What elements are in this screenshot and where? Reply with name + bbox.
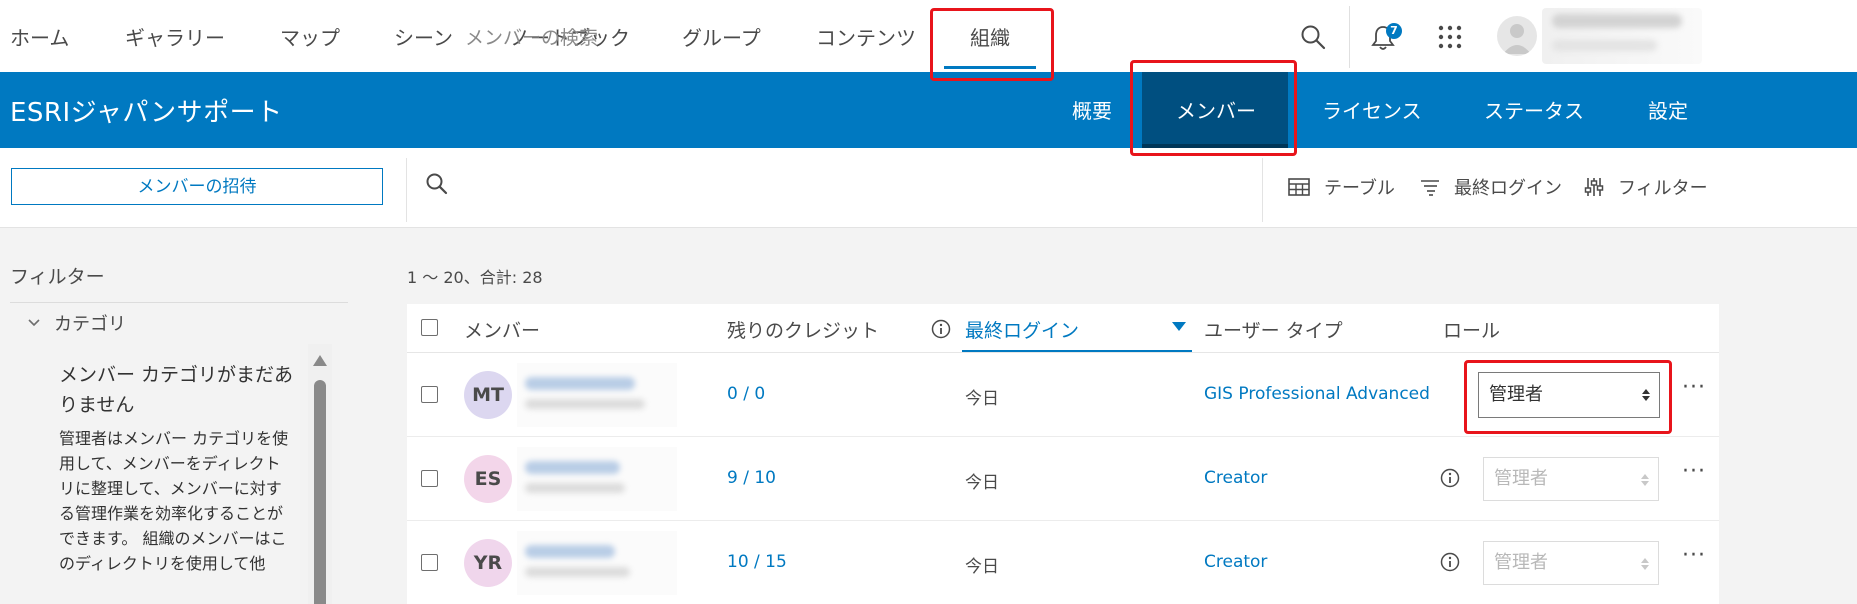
members-toolbar: メンバーの招待 テーブル 最終ログイン フィルター (0, 148, 1857, 228)
category-empty-description: 管理者はメンバー カテゴリを使用して、メンバーをディレクトリに整理して、メンバー… (59, 429, 289, 573)
scroll-up-arrow[interactable] (313, 355, 327, 366)
tab-licenses[interactable]: ライセンス (1322, 95, 1422, 124)
last-login-value: 今日 (965, 473, 999, 493)
role-select: 管理者 (1483, 541, 1659, 585)
filter-label: フィルター (1618, 178, 1708, 199)
blurred-username-line (525, 483, 625, 493)
filter-divider (10, 302, 348, 303)
organization-header: ESRIジャパンサポート 概要 メンバー ライセンス ステータス 設定 (0, 72, 1857, 148)
row-checkbox[interactable] (421, 554, 438, 571)
category-toggle[interactable]: カテゴリ (28, 310, 126, 336)
members-table: メンバー 残りのクレジット 最終ログイン ユーザー タイプ ロール MT 0 /… (407, 304, 1719, 604)
credits-value[interactable]: 0 / 0 (727, 384, 765, 404)
tab-settings[interactable]: 設定 (1648, 95, 1688, 124)
select-all-checkbox[interactable] (421, 319, 438, 336)
user-type-value[interactable]: GIS Professional Advanced (1204, 384, 1430, 404)
sort-button[interactable]: 最終ログイン (1420, 172, 1562, 202)
organization-name: ESRIジャパンサポート (10, 98, 283, 128)
chevron-down-icon (28, 315, 40, 331)
select-arrows-icon (1641, 474, 1649, 486)
app-launcher-icon[interactable] (1437, 24, 1463, 54)
avatar[interactable]: ES (464, 455, 512, 503)
member-name-blurred[interactable] (517, 531, 677, 595)
role-select: 管理者 (1483, 457, 1659, 501)
row-checkbox[interactable] (421, 470, 438, 487)
table-view-label: テーブル (1324, 178, 1395, 199)
table-row: MT 0 / 0 今日 GIS Professional Advanced 管理… (407, 353, 1719, 437)
user-name-blurred (1552, 14, 1682, 28)
user-org-blurred (1552, 40, 1657, 51)
nav-map[interactable]: マップ (280, 22, 340, 51)
tab-status[interactable]: ステータス (1484, 95, 1584, 124)
last-login-value: 今日 (965, 557, 999, 577)
column-user-type[interactable]: ユーザー タイプ (1204, 316, 1343, 343)
category-label: カテゴリ (54, 314, 126, 335)
user-type-value[interactable]: Creator (1204, 468, 1267, 488)
table-row: YR 10 / 15 今日 Creator 管理者 ··· (407, 521, 1719, 604)
row-checkbox[interactable] (421, 386, 438, 403)
role-select-value: 管理者 (1489, 384, 1543, 405)
blurred-name-line (525, 377, 635, 390)
avatar[interactable]: MT (464, 371, 512, 419)
blurred-name-line (525, 461, 620, 474)
avatar[interactable]: YR (464, 539, 512, 587)
search-icon[interactable] (1300, 24, 1326, 54)
column-credits[interactable]: 残りのクレジット (727, 316, 879, 343)
select-arrows-icon (1642, 389, 1650, 401)
role-select[interactable]: 管理者 (1478, 372, 1660, 418)
last-login-value: 今日 (965, 389, 999, 409)
column-member[interactable]: メンバー (464, 316, 540, 343)
blurred-username-line (525, 399, 645, 409)
credits-value[interactable]: 9 / 10 (727, 468, 776, 488)
table-view-button[interactable]: テーブル (1288, 172, 1395, 202)
table-row: ES 9 / 10 今日 Creator 管理者 ··· (407, 437, 1719, 521)
sort-icon (1421, 180, 1439, 196)
sort-descending-icon[interactable] (1172, 322, 1186, 331)
more-icon[interactable]: ··· (1682, 543, 1706, 568)
filter-sliders-icon (1584, 178, 1604, 196)
user-type-value[interactable]: Creator (1204, 552, 1267, 572)
nav-home[interactable]: ホーム (10, 22, 69, 51)
blurred-username-line (525, 567, 630, 577)
member-name-blurred[interactable] (517, 447, 677, 511)
member-name-blurred[interactable] (517, 363, 677, 427)
search-icon (425, 172, 449, 202)
column-role[interactable]: ロール (1443, 316, 1500, 343)
info-icon[interactable] (931, 319, 951, 343)
scroll-thumb[interactable] (314, 380, 326, 604)
info-icon[interactable] (1440, 468, 1460, 492)
nav-scene[interactable]: シーン (394, 22, 453, 51)
category-empty-title: メンバー カテゴリがまだありません (59, 364, 294, 416)
role-select-value: 管理者 (1494, 468, 1548, 489)
more-icon[interactable]: ··· (1682, 459, 1706, 484)
credits-value[interactable]: 10 / 15 (727, 552, 787, 572)
sort-label: 最終ログイン (1454, 178, 1562, 199)
role-select-value: 管理者 (1494, 552, 1548, 573)
more-icon[interactable]: ··· (1682, 375, 1706, 400)
filter-button[interactable]: フィルター (1584, 172, 1708, 202)
column-last-login[interactable]: 最終ログイン (965, 316, 1079, 343)
user-avatar-icon[interactable] (1497, 16, 1537, 56)
notification-badge: 7 (1386, 23, 1402, 39)
tab-overview[interactable]: 概要 (1072, 95, 1112, 124)
tab-members[interactable]: メンバー (1176, 95, 1256, 124)
blurred-name-line (525, 545, 615, 558)
select-arrows-icon (1641, 558, 1649, 570)
nav-gallery[interactable]: ギャラリー (125, 22, 225, 51)
invite-members-button[interactable]: メンバーの招待 (11, 168, 383, 205)
info-icon[interactable] (1440, 552, 1460, 576)
results-count: 1 ～ 20、合計: 28 (407, 268, 543, 287)
table-icon (1288, 178, 1310, 196)
filter-panel-title: フィルター (10, 266, 105, 288)
member-search-input[interactable] (465, 22, 1245, 54)
